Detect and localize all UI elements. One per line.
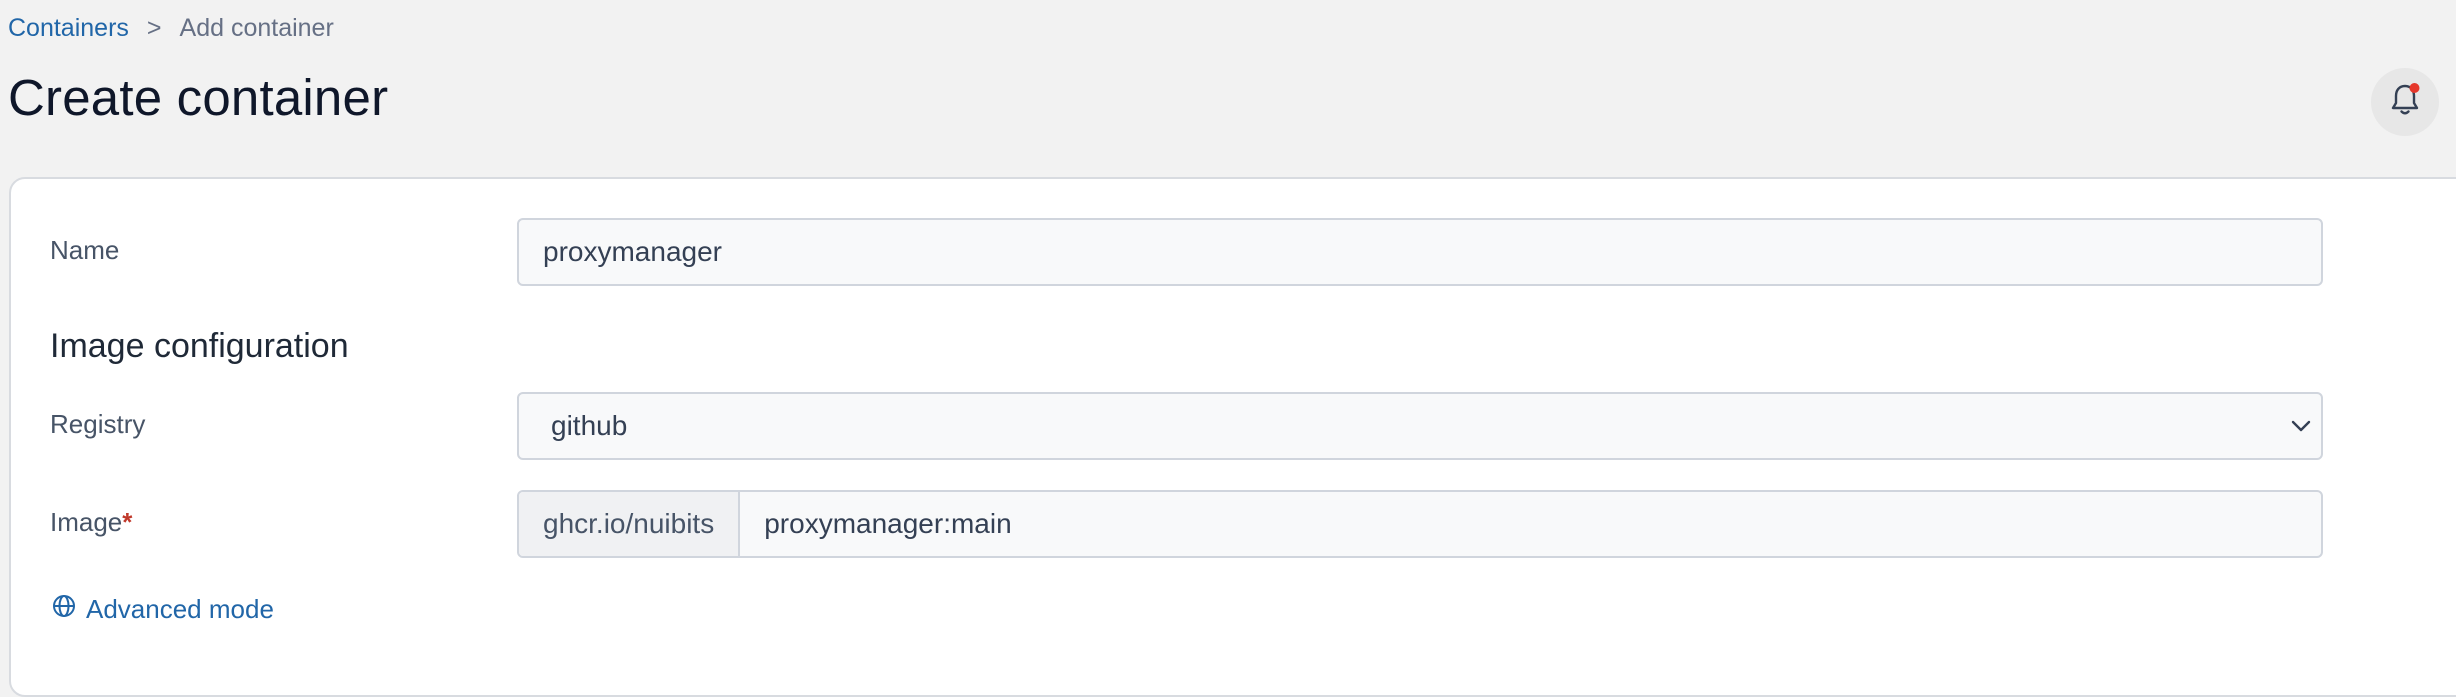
- required-marker: *: [122, 507, 133, 537]
- image-label-text: Image: [50, 507, 123, 537]
- breadcrumb-link-containers[interactable]: Containers: [8, 14, 129, 43]
- registry-selected-value: github: [551, 410, 628, 441]
- image-configuration-heading: Image configuration: [50, 327, 349, 365]
- breadcrumb-current: Add container: [179, 14, 334, 42]
- name-label: Name: [50, 235, 120, 265]
- name-input[interactable]: [519, 220, 2321, 284]
- registry-select[interactable]: github: [517, 392, 2323, 460]
- name-field-wrapper: [517, 218, 2323, 286]
- notification-badge: [2409, 82, 2420, 93]
- bell-icon: [2385, 80, 2425, 125]
- registry-label: Registry: [50, 409, 146, 439]
- breadcrumb-separator: >: [146, 14, 162, 42]
- page-title: Create container: [8, 69, 389, 126]
- notifications-button[interactable]: [2371, 68, 2439, 136]
- image-input-wrapper: [740, 492, 2321, 556]
- advanced-mode-link[interactable]: Advanced mode: [52, 594, 274, 625]
- chevron-down-icon: [2281, 419, 2321, 433]
- image-field-group: ghcr.io/nuibits: [517, 490, 2323, 558]
- image-input[interactable]: [740, 492, 2321, 556]
- image-label: Image*: [50, 507, 132, 538]
- breadcrumb: Containers > Add container: [8, 14, 334, 43]
- image-registry-prefix: ghcr.io/nuibits: [519, 492, 741, 556]
- advanced-mode-label: Advanced mode: [86, 594, 274, 624]
- globe-icon: [52, 594, 76, 625]
